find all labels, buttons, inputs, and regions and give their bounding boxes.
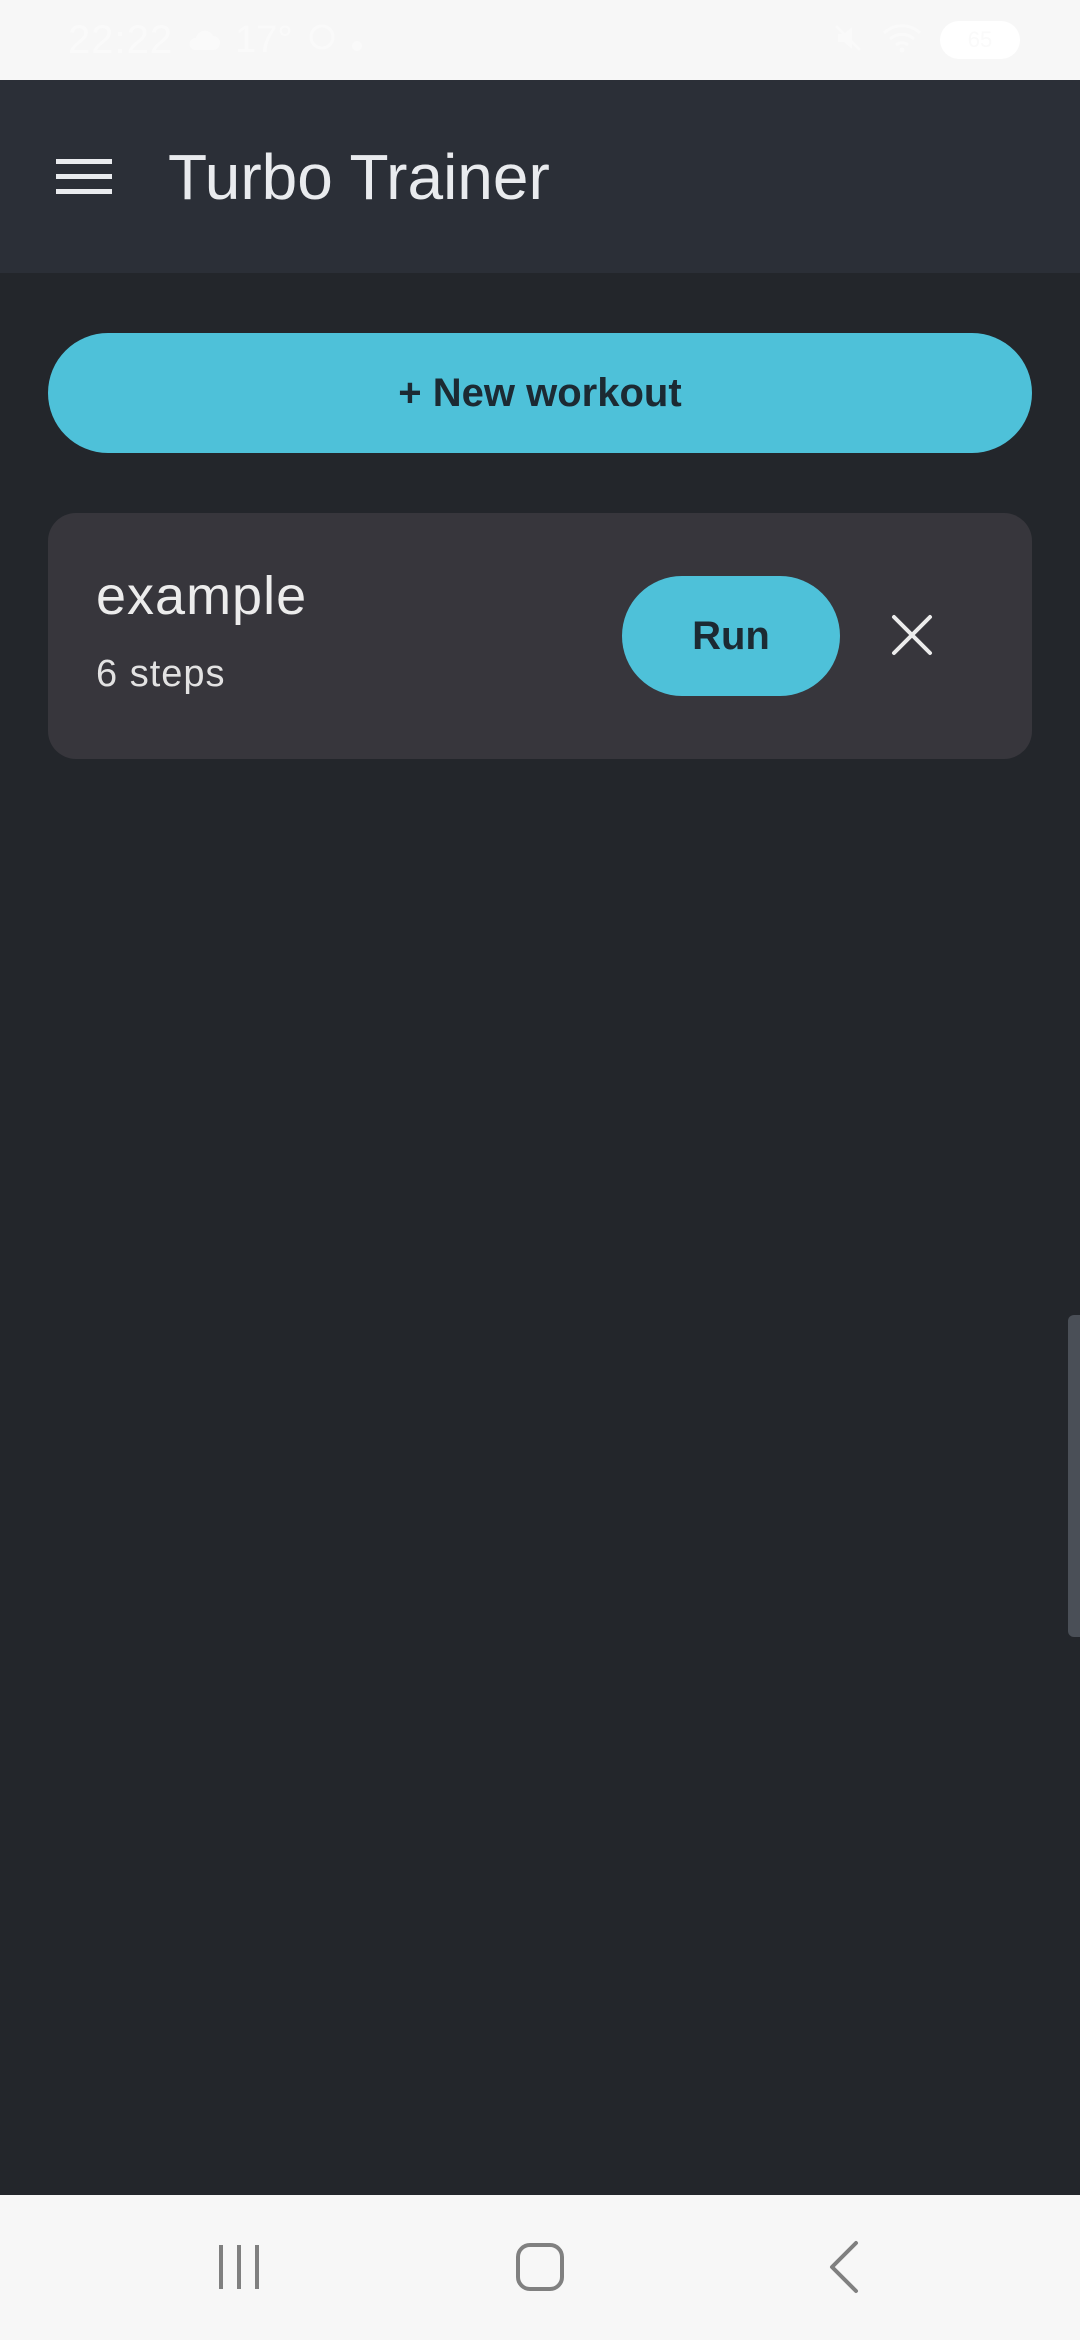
hamburger-menu-icon[interactable] [54, 147, 114, 207]
workout-steps: 6 steps [96, 653, 226, 695]
dot-icon [351, 19, 363, 62]
app-bar: Turbo Trainer [0, 80, 1080, 273]
workout-name: example [96, 566, 308, 626]
main-content: + New workout example 6 steps Run [0, 273, 1080, 2195]
status-bar: 22:22 17° 65 [0, 0, 1080, 80]
status-time: 22:22 [68, 17, 174, 62]
battery-icon: 65 [940, 21, 1020, 59]
status-left: 22:22 17° [68, 18, 363, 63]
location-icon [307, 19, 337, 62]
run-button[interactable]: Run [622, 576, 840, 696]
new-workout-button[interactable]: + New workout [48, 333, 1032, 453]
wifi-icon [882, 23, 922, 58]
mute-icon [832, 22, 864, 59]
cloud-icon [187, 19, 221, 62]
workout-card: example 6 steps Run [48, 513, 1032, 759]
status-temperature: 17° [235, 18, 293, 61]
home-icon[interactable] [504, 2231, 576, 2303]
back-icon[interactable] [808, 2231, 880, 2303]
close-icon[interactable] [878, 601, 946, 669]
recents-icon[interactable] [203, 2231, 275, 2303]
navigation-bar [0, 2195, 1080, 2340]
scrollbar[interactable] [1068, 1315, 1080, 1637]
status-right: 65 [832, 21, 1020, 59]
page-title: Turbo Trainer [168, 140, 550, 213]
